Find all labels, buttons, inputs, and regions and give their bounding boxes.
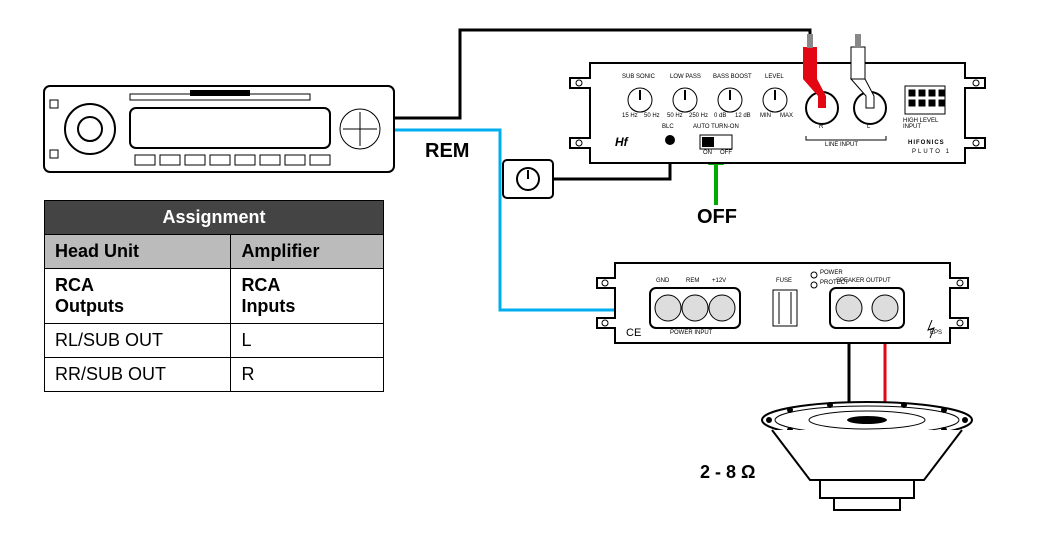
range-bassboost-lo: 0 dB bbox=[714, 113, 726, 119]
label-eps: EPS bbox=[930, 330, 942, 336]
subwoofer bbox=[762, 402, 972, 510]
label-high-level: HIGH LEVEL INPUT bbox=[903, 118, 938, 130]
label-speaker-load: 2 - 8 Ω bbox=[700, 462, 755, 483]
range-level-hi: MAX bbox=[780, 113, 793, 119]
label-brand: HIFONICS bbox=[908, 140, 945, 146]
label-knob-subsonic: SUB SONIC bbox=[622, 74, 655, 80]
label-gnd: GND bbox=[656, 278, 669, 284]
label-line-input: LINE INPUT bbox=[825, 142, 858, 148]
label-fuse: FUSE bbox=[776, 278, 792, 284]
label-auto-turn-on: AUTO TURN-ON bbox=[693, 124, 739, 130]
assignment-table: Assignment Head Unit Amplifier RCA Outpu… bbox=[44, 200, 384, 392]
label-auto-on: ON bbox=[703, 150, 712, 156]
svg-text:CE: CE bbox=[626, 327, 641, 339]
label-rem: REM bbox=[425, 140, 469, 163]
label-blc: BLC bbox=[662, 124, 674, 130]
label-protect-led: PROTECT bbox=[820, 280, 849, 286]
range-subsonic-lo: 15 Hz bbox=[622, 113, 638, 119]
col-amplifier: Amplifier bbox=[231, 235, 384, 269]
range-subsonic-hi: 50 Hz bbox=[644, 113, 660, 119]
label-off: OFF bbox=[697, 206, 737, 229]
label-rca-l: L bbox=[867, 124, 870, 130]
label-model: PLUTO 1 bbox=[912, 149, 951, 155]
table-row: RCA Outputs RCA Inputs bbox=[45, 269, 384, 324]
table-row: RR/SUB OUT R bbox=[45, 358, 384, 392]
range-lowpass-hi: 250 Hz bbox=[689, 113, 708, 119]
label-knob-bassboost: BASS BOOST bbox=[713, 74, 752, 80]
label-rca-r: R bbox=[819, 124, 823, 130]
head-unit bbox=[44, 86, 394, 172]
range-bassboost-hi: 12 dB bbox=[735, 113, 751, 119]
label-knob-level: LEVEL bbox=[765, 74, 784, 80]
range-level-lo: MIN bbox=[760, 113, 771, 119]
range-lowpass-lo: 50 Hz bbox=[667, 113, 683, 119]
label-rem-term: REM bbox=[686, 278, 699, 284]
amplifier-bottom-panel: CE bbox=[597, 263, 968, 343]
table-row: RL/SUB OUT L bbox=[45, 324, 384, 358]
label-12v: +12V bbox=[712, 278, 726, 284]
col-head-unit: Head Unit bbox=[45, 235, 231, 269]
table-title: Assignment bbox=[45, 201, 384, 235]
remote-bass-control bbox=[503, 160, 553, 198]
label-auto-off: OFF bbox=[720, 150, 732, 156]
svg-text:Hf: Hf bbox=[615, 135, 629, 149]
label-power-input: POWER INPUT bbox=[670, 330, 712, 336]
label-knob-lowpass: LOW PASS bbox=[670, 74, 701, 80]
label-power-led: POWER bbox=[820, 270, 843, 276]
